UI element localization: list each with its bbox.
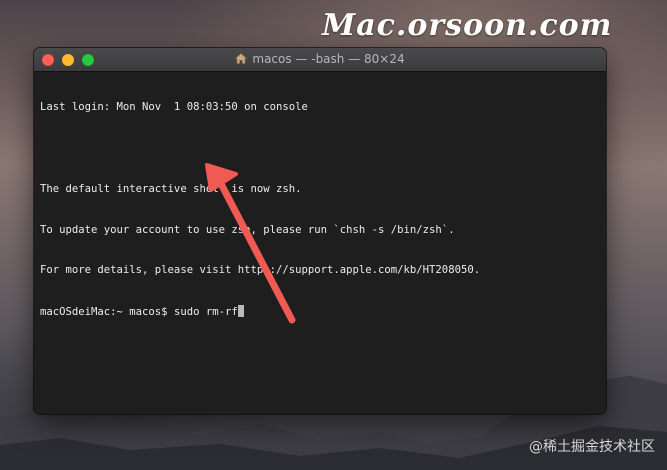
window-title: macos — -bash — 80×24 — [34, 52, 606, 66]
terminal-line: For more details, please visit https://s… — [40, 264, 481, 277]
typed-command: sudo rm-rf — [173, 306, 238, 319]
community-watermark: @稀土掘金技术社区 — [529, 439, 655, 455]
shell-prompt: macOSdeiMac:~ macos$ — [40, 306, 174, 319]
terminal-content[interactable]: Last login: Mon Nov 1 08:03:50 on consol… — [34, 72, 606, 346]
window-titlebar[interactable]: macos — -bash — 80×24 — [34, 48, 606, 72]
terminal-line: The default interactive shell is now zsh… — [40, 182, 302, 195]
terminal-line: Last login: Mon Nov 1 08:03:50 on consol… — [40, 101, 308, 114]
site-watermark: Mac.orsoon.com — [322, 8, 613, 43]
command-line[interactable]: macOSdeiMac:~ macos$ sudo rm-rf — [40, 305, 600, 319]
terminal-window: macos — -bash — 80×24 Last login: Mon No… — [34, 48, 606, 414]
window-title-text: macos — -bash — 80×24 — [252, 52, 405, 66]
terminal-line: To update your account to use zsh, pleas… — [40, 223, 455, 236]
home-icon — [235, 53, 248, 64]
text-cursor — [237, 305, 244, 318]
